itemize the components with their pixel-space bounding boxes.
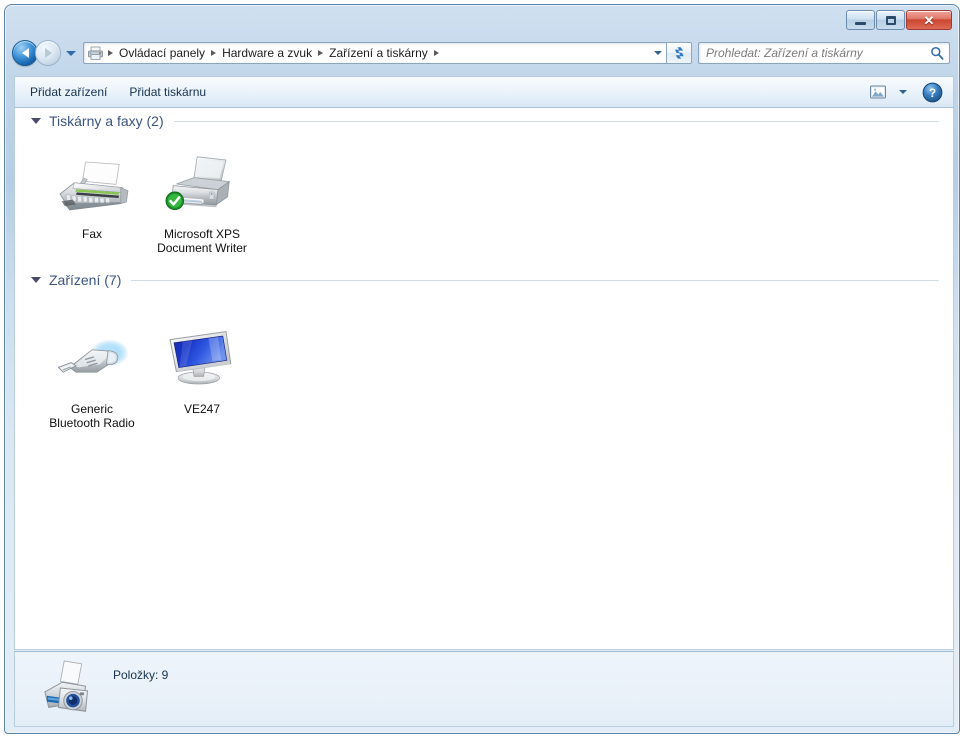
add-printer-button[interactable]: Přidat tiskárnu: [118, 79, 217, 105]
breadcrumb-item-devices-and-printers[interactable]: Zařízení a tiskárny: [325, 44, 432, 62]
group-header-printers-and-faxes[interactable]: Tiskárny a faxy (2): [15, 108, 953, 134]
printer-icon: [162, 150, 242, 222]
devices-grid: Generic Bluetooth Radio VE247: [15, 293, 953, 438]
group-divider: [131, 279, 939, 281]
device-generic-bluetooth-radio[interactable]: Generic Bluetooth Radio: [37, 319, 147, 438]
chevron-down-icon: [66, 50, 76, 56]
device-label-line1: Generic: [70, 402, 114, 416]
breadcrumb-separator-2: [318, 50, 324, 56]
title-bar[interactable]: ✕: [6, 6, 958, 36]
printer-icon: [87, 45, 105, 61]
minimize-button[interactable]: [846, 10, 875, 30]
window-frame-inner: ✕ Ovládací panely Hardware a zvuk Zaříze…: [6, 6, 958, 732]
window-controls: ✕: [846, 10, 952, 30]
change-view-button[interactable]: [863, 80, 893, 104]
forward-button[interactable]: [35, 40, 61, 66]
help-button[interactable]: ?: [921, 81, 943, 103]
device-label: VE247: [183, 402, 221, 416]
device-label-line2: Bluetooth Radio: [49, 416, 135, 430]
group-title-printers-and-faxes: Tiskárny a faxy (2): [49, 113, 164, 129]
breadcrumb-separator-0: [108, 50, 113, 56]
toolbar: Přidat zařízení Přidat tiskárnu ?: [14, 76, 954, 108]
device-xps-writer[interactable]: Microsoft XPS Document Writer: [147, 144, 257, 263]
view-layout-icon: [870, 85, 886, 99]
breadcrumb: Ovládací panely Hardware a zvuk Zařízení…: [106, 44, 649, 62]
minimize-icon: [855, 21, 866, 25]
status-bar: Položky: 9: [14, 651, 954, 727]
address-field[interactable]: Ovládací panely Hardware a zvuk Zařízení…: [83, 42, 667, 64]
chevron-down-icon: [653, 51, 662, 55]
address-dropdown-button[interactable]: [649, 43, 666, 63]
lcd-monitor-icon: [162, 325, 242, 397]
fax-machine-icon: [52, 150, 132, 222]
printers-grid: Fax Microsoft XPS Document Writer: [15, 134, 953, 263]
breadcrumb-separator-3: [433, 50, 439, 56]
refresh-icon: [674, 47, 684, 59]
device-label: Microsoft XPS Document Writer: [157, 227, 247, 255]
content-area: Tiskárny a faxy (2) Fax Microsoft XPS Do…: [14, 108, 954, 650]
svg-text:?: ?: [928, 86, 935, 100]
breadcrumb-item-control-panel[interactable]: Ovládací panely: [115, 44, 209, 62]
chevron-down-icon: [899, 90, 907, 94]
search-icon[interactable]: [925, 46, 949, 60]
status-item-count: Položky: 9: [113, 668, 169, 682]
search-input[interactable]: [699, 46, 925, 60]
close-button[interactable]: ✕: [906, 10, 952, 30]
device-label-line1: Microsoft XPS: [163, 227, 241, 241]
history-dropdown-button[interactable]: [63, 43, 79, 63]
address-bar-row: Ovládací panely Hardware a zvuk Zařízení…: [6, 36, 958, 70]
maximize-icon: [885, 15, 896, 25]
group-divider: [173, 120, 939, 122]
group-title-devices: Zařízení (7): [49, 272, 122, 288]
group-header-devices[interactable]: Zařízení (7): [15, 267, 953, 293]
device-fax[interactable]: Fax: [37, 144, 147, 263]
collapse-triangle-icon[interactable]: [31, 277, 41, 283]
device-ve247-monitor[interactable]: VE247: [147, 319, 257, 438]
help-icon: ?: [922, 82, 942, 102]
breadcrumb-separator-1: [211, 50, 217, 56]
device-label: Generic Bluetooth Radio: [49, 402, 134, 430]
forward-arrow-icon: [44, 48, 52, 58]
add-device-button[interactable]: Přidat zařízení: [19, 79, 118, 105]
default-check-badge: [165, 191, 185, 211]
close-icon: ✕: [923, 12, 935, 28]
collapse-triangle-icon[interactable]: [31, 118, 41, 124]
back-arrow-icon: [21, 48, 29, 58]
search-box[interactable]: [698, 42, 950, 64]
device-label: Fax: [81, 227, 102, 241]
view-dropdown-button[interactable]: [893, 86, 913, 98]
window-frame: ✕ Ovládací panely Hardware a zvuk Zaříze…: [4, 4, 960, 734]
usb-bluetooth-dongle-icon: [52, 325, 132, 397]
device-label-line2: Document Writer: [157, 241, 247, 255]
refresh-button[interactable]: [667, 42, 692, 64]
breadcrumb-item-hardware-and-sound[interactable]: Hardware a zvuk: [218, 44, 316, 62]
printer-camera-icon: [41, 658, 103, 720]
maximize-button[interactable]: [876, 10, 905, 30]
